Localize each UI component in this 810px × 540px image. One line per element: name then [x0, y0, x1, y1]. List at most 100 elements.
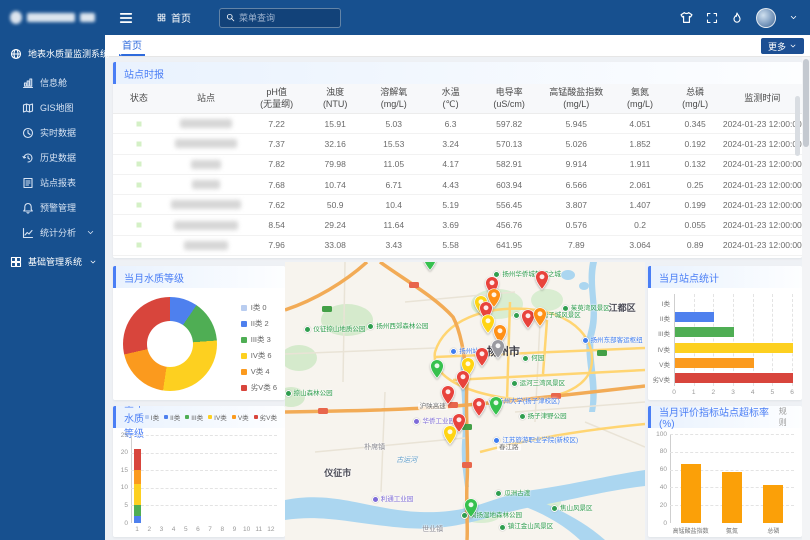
panel-title: 当月评价指标站点超标率(%) 规则	[648, 406, 802, 428]
map-poi-label[interactable]: 利通工业园	[372, 496, 414, 503]
map-pin-red[interactable]	[535, 270, 549, 290]
sidebar-item-6[interactable]: 统计分析	[0, 220, 105, 245]
map-pin-green[interactable]	[423, 262, 437, 271]
table-row[interactable]: 7.8279.9811.054.17582.919.9141.9110.1322…	[113, 155, 802, 175]
sidebar-item-3[interactable]: 历史数据	[0, 145, 105, 170]
menu-search-box[interactable]	[219, 8, 341, 28]
legend-item[interactable]: III类 3	[241, 334, 277, 345]
map-poi-label[interactable]: 扬州西郊森林公园	[367, 323, 428, 330]
h-bar[interactable]	[675, 327, 734, 337]
map-poi-label[interactable]: 运河三湾风景区	[511, 380, 566, 387]
map-pin-gray[interactable]	[491, 339, 505, 359]
main-scrollbar[interactable]	[802, 57, 810, 540]
legend-item[interactable]: IV类 6	[241, 350, 277, 361]
h-bar[interactable]	[675, 343, 793, 353]
panel-title-text: 当月站点统计	[659, 270, 719, 285]
legend-item[interactable]: 劣V类 6	[241, 382, 277, 393]
app-logo	[0, 0, 105, 35]
table-row[interactable]: 7.9633.083.435.58641.957.893.0640.892024…	[113, 236, 802, 256]
v-bar[interactable]	[681, 464, 701, 523]
sidebar-group-base-system[interactable]: 基础管理系统	[0, 245, 105, 276]
fullscreen-icon[interactable]	[706, 12, 718, 24]
column-header: 浊度(NTU)	[306, 84, 365, 113]
theme-shirt-icon[interactable]	[680, 11, 693, 24]
h-bar[interactable]	[675, 373, 793, 383]
table-row[interactable]: 8.5429.2411.643.69456.760.5760.20.055202…	[113, 215, 802, 235]
map-poi-label[interactable]: 瓜洲古渡	[495, 490, 530, 497]
map-poi-label[interactable]: 镇江金山风景区	[499, 523, 554, 530]
h-bar[interactable]	[675, 312, 714, 322]
sidebar-item-0[interactable]: 信息舱	[0, 70, 105, 95]
school-poi-icon	[493, 437, 500, 444]
cell-value: 11.64	[364, 220, 423, 230]
legend-item[interactable]: 劣V类	[254, 412, 277, 422]
stacked-bar-segment[interactable]	[134, 470, 141, 484]
legend-item[interactable]: II类 2	[241, 318, 277, 329]
stacked-bar-segment[interactable]	[134, 484, 141, 505]
avatar[interactable]	[756, 8, 776, 28]
scrollbar-thumb[interactable]	[803, 59, 809, 147]
chevron-down-icon	[86, 228, 95, 237]
station-name-redacted	[171, 200, 241, 209]
sidebar-item-5[interactable]: 预警管理	[0, 195, 105, 220]
flame-icon[interactable]	[731, 12, 743, 24]
legend-item[interactable]: V类 4	[241, 366, 277, 377]
rules-link[interactable]: 规则	[779, 406, 794, 428]
map-pin-orange[interactable]	[533, 307, 547, 327]
sidebar-item-1[interactable]: GIS地图	[0, 95, 105, 120]
map-poi-label[interactable]: 扬州东部客运枢纽	[582, 337, 643, 344]
map-pin-green[interactable]	[489, 396, 503, 416]
sidebar-item-4[interactable]: 站点报表	[0, 170, 105, 195]
map-poi-label[interactable]: 焦山风景区	[551, 505, 593, 512]
v-bar[interactable]	[763, 485, 783, 523]
map-pin-red[interactable]	[472, 397, 486, 417]
station-name-redacted	[192, 180, 220, 189]
stacked-bar-segment[interactable]	[134, 516, 141, 523]
sidebar-group-water-system[interactable]: 地表水质量监测系统	[0, 35, 105, 70]
table-row[interactable]: 7.3732.1615.533.24570.135.0261.8520.1922…	[113, 134, 802, 154]
map-pin-green[interactable]	[464, 498, 478, 518]
table-row[interactable]: 7.2215.915.036.3597.825.9454.0510.345202…	[113, 114, 802, 134]
table-row[interactable]: 7.6250.910.45.19556.453.8071.4070.199202…	[113, 195, 802, 215]
cell-value: 9.914	[540, 159, 612, 169]
legend-item[interactable]: V类	[232, 412, 249, 422]
table-row[interactable]: 7.6810.746.714.43603.946.5662.0610.25202…	[113, 175, 802, 195]
stacked-bar-segment[interactable]	[134, 505, 141, 516]
cell-value: 10.4	[364, 200, 423, 210]
map-poi-label[interactable]: 何园	[522, 355, 544, 362]
table-scrollbar[interactable]	[795, 96, 800, 156]
park-poi-icon	[511, 380, 518, 387]
map-poi-label[interactable]: 扬子津野公园	[519, 413, 567, 420]
map-pin-red[interactable]	[456, 370, 470, 390]
map-poi-label[interactable]: 扬州华侨城梦幻之城	[493, 271, 561, 278]
h-bar[interactable]	[675, 358, 754, 368]
more-button[interactable]: 更多	[761, 38, 804, 54]
hamburger-menu-icon[interactable]	[119, 11, 133, 25]
map-poi-label[interactable]: 捺山森林公园	[285, 390, 333, 397]
map-pin-red[interactable]	[475, 347, 489, 367]
legend-item[interactable]: IV类	[208, 412, 227, 422]
map-pin-green[interactable]	[430, 359, 444, 379]
breadcrumb[interactable]: 首页	[157, 10, 191, 25]
chevron-up-icon	[115, 50, 123, 58]
station-name-redacted	[184, 241, 228, 250]
cell-value: 2024-01-23 12:00:00	[723, 220, 802, 230]
cell-value: 11.05	[364, 159, 423, 169]
sidebar-item-2[interactable]: 实时数据	[0, 120, 105, 145]
chevron-down-icon[interactable]	[789, 13, 798, 22]
sidebar-item-label: 信息舱	[40, 76, 67, 89]
map-pin-red[interactable]	[441, 385, 455, 405]
legend-item[interactable]: II类	[164, 412, 180, 422]
logo-text-redacted	[80, 13, 95, 22]
map-pin-yellow[interactable]	[443, 425, 457, 445]
map-poi-label[interactable]: 江苏旅游职业学院(新校区)	[493, 437, 578, 444]
legend-item[interactable]: I类	[145, 412, 159, 422]
cell-value: 79.98	[306, 159, 365, 169]
legend-item[interactable]: I类 0	[241, 302, 277, 313]
search-input[interactable]	[239, 13, 329, 23]
legend-item[interactable]: III类	[185, 412, 203, 422]
map-poi-label[interactable]: 仪征捺山地质公园	[304, 326, 365, 333]
v-bar[interactable]	[722, 472, 742, 523]
stacked-bar-segment[interactable]	[134, 449, 141, 470]
gis-map[interactable]: 扬州市江都区仪征市朴席镇世业镇沪陕高速春江路古运河 扬州华侨城梦幻之城 茱萸湾风…	[285, 262, 645, 540]
